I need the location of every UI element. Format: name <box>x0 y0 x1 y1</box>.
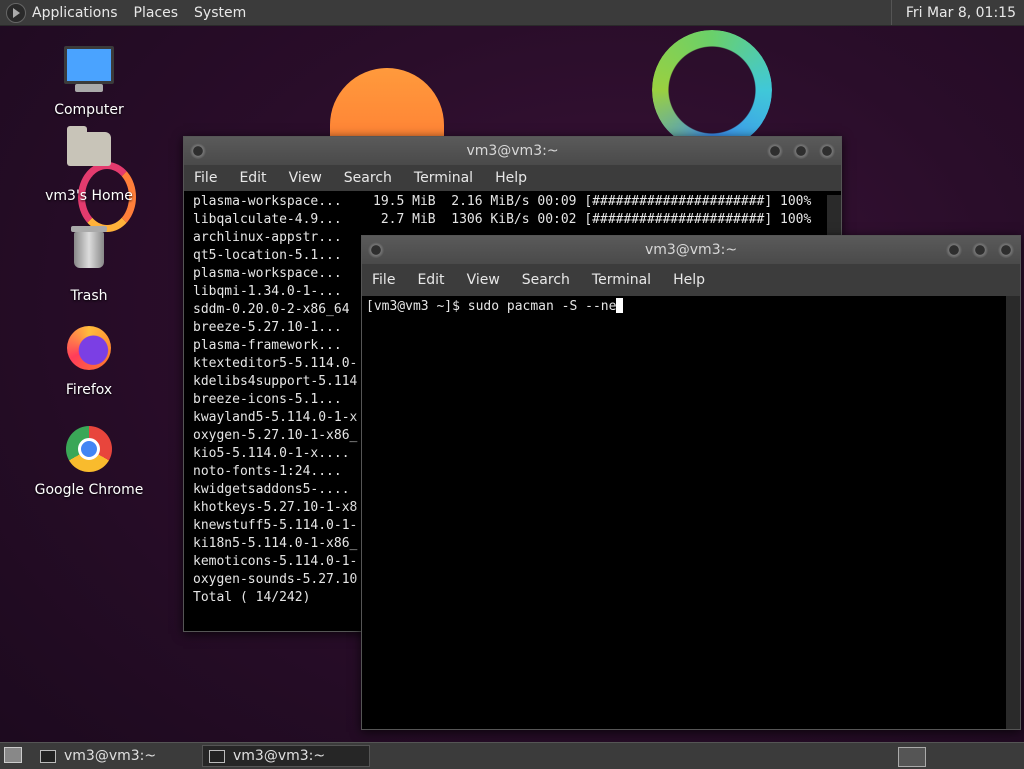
desktop-icon-chrome[interactable]: Google Chrome <box>34 424 144 498</box>
menu-help[interactable]: Help <box>495 170 527 186</box>
taskbar-item-terminal-2[interactable]: vm3@vm3:~ <box>202 745 370 767</box>
menu-places[interactable]: Places <box>134 5 179 21</box>
minimize-button[interactable] <box>767 143 783 159</box>
menu-edit[interactable]: Edit <box>239 170 266 186</box>
terminal-icon <box>40 749 56 763</box>
workspace-switcher[interactable] <box>898 747 926 767</box>
maximize-button[interactable] <box>793 143 809 159</box>
menu-help[interactable]: Help <box>673 272 705 288</box>
show-desktop-icon[interactable] <box>4 747 22 763</box>
terminal-line: plasma-workspace... 19.5 MiB 2.16 MiB/s … <box>193 194 812 209</box>
window-menubar: File Edit View Search Terminal Help <box>362 264 1020 296</box>
menu-search[interactable]: Search <box>522 272 570 288</box>
menu-system[interactable]: System <box>194 5 246 21</box>
home-folder-icon <box>64 126 114 182</box>
text-cursor <box>616 298 624 313</box>
window-menu-button[interactable] <box>368 242 384 258</box>
desktop-icon-home[interactable]: vm3's Home <box>34 124 144 204</box>
main-menu-logo-icon[interactable] <box>6 2 26 23</box>
menu-view[interactable]: View <box>289 170 322 186</box>
close-button[interactable] <box>998 242 1014 258</box>
menu-applications[interactable]: Applications <box>32 5 118 21</box>
window-title: vm3@vm3:~ <box>644 242 738 258</box>
window-menu-button[interactable] <box>190 143 206 159</box>
desktop-icon-firefox[interactable]: Firefox <box>34 324 144 398</box>
window-title: vm3@vm3:~ <box>466 143 559 159</box>
trash-icon <box>64 226 114 282</box>
menu-terminal[interactable]: Terminal <box>414 170 473 186</box>
menu-search[interactable]: Search <box>344 170 392 186</box>
desktop-icon-computer[interactable]: Computer <box>34 44 144 118</box>
menu-file[interactable]: File <box>194 170 217 186</box>
minimize-button[interactable] <box>946 242 962 258</box>
menu-edit[interactable]: Edit <box>417 272 444 288</box>
menu-view[interactable]: View <box>467 272 500 288</box>
computer-icon <box>64 46 114 96</box>
close-button[interactable] <box>819 143 835 159</box>
scrollbar[interactable] <box>1006 296 1020 729</box>
taskbar-item-label: vm3@vm3:~ <box>64 748 157 764</box>
bottom-taskbar: vm3@vm3:~ vm3@vm3:~ <box>0 742 1024 769</box>
desktop-icon-label: Trash <box>70 288 108 304</box>
chrome-icon <box>64 426 114 476</box>
taskbar-item-label: vm3@vm3:~ <box>233 748 326 764</box>
desktop-icon-label: vm3's Home <box>45 188 133 204</box>
panel-clock[interactable]: Fri Mar 8, 01:15 <box>890 0 1024 25</box>
desktop-icon-label: Firefox <box>65 382 113 398</box>
taskbar-item-terminal-1[interactable]: vm3@vm3:~ <box>34 745 196 767</box>
window-titlebar[interactable]: vm3@vm3:~ <box>362 236 1020 264</box>
command-prompt: [vm3@vm3 ~]$ sudo pacman -S --ne <box>366 299 617 314</box>
terminal-input-area[interactable]: [vm3@vm3 ~]$ sudo pacman -S --ne <box>362 296 1020 316</box>
window-menubar: File Edit View Search Terminal Help <box>184 165 841 191</box>
desktop-icon-label: Computer <box>54 102 124 118</box>
desktop-icon-label: Google Chrome <box>34 482 144 498</box>
maximize-button[interactable] <box>972 242 988 258</box>
window-titlebar[interactable]: vm3@vm3:~ <box>184 137 841 165</box>
menu-file[interactable]: File <box>372 272 395 288</box>
wallpaper-ring-shape <box>652 30 772 150</box>
menu-terminal[interactable]: Terminal <box>592 272 651 288</box>
terminal-window-front[interactable]: vm3@vm3:~ File Edit View Search Terminal… <box>361 235 1021 730</box>
terminal-line: libqalculate-4.9... 2.7 MiB 1306 KiB/s 0… <box>193 212 812 227</box>
firefox-icon <box>64 326 114 376</box>
terminal-icon <box>209 749 225 763</box>
top-panel: Applications Places System Fri Mar 8, 01… <box>0 0 1024 26</box>
desktop-icon-trash[interactable]: Trash <box>34 224 144 304</box>
